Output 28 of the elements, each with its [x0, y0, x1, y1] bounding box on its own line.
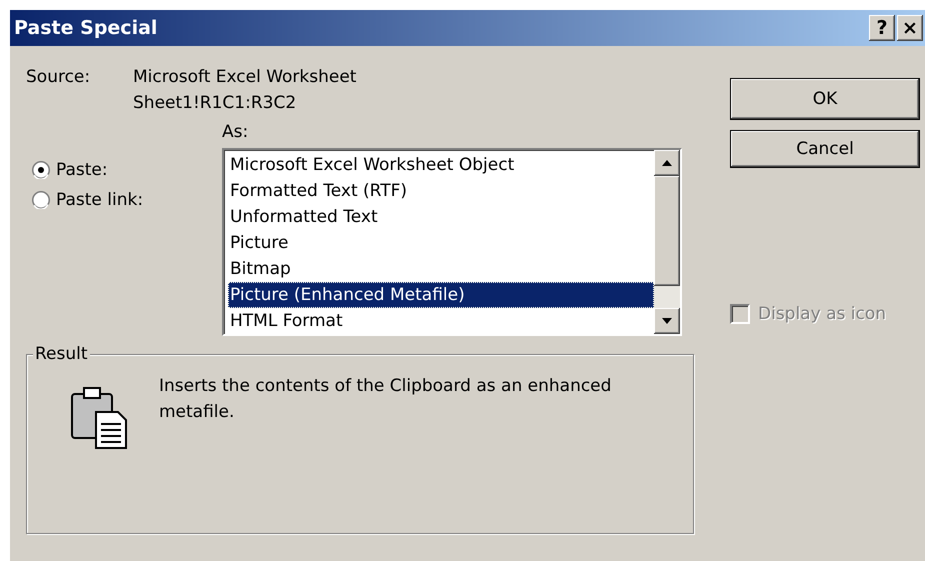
scroll-up-button[interactable]	[654, 150, 680, 176]
list-item[interactable]: Microsoft Excel Worksheet Object	[228, 152, 654, 178]
format-list[interactable]: Microsoft Excel Worksheet Object Formatted Text (RTF) Unformatted Text Picture Bitmap Picture (Enhanced Metafile) HTML Format	[222, 148, 682, 336]
result-description: Inserts the contents of the Clipboard as an enhanced metafile.	[159, 375, 612, 424]
scroll-down-button[interactable]	[654, 308, 680, 334]
list-item[interactable]: Bitmap	[228, 256, 654, 282]
radio-label[interactable]: Paste link:	[56, 190, 144, 210]
as-label: As:	[222, 122, 250, 142]
help-button[interactable]: ?	[869, 15, 895, 41]
list-item[interactable]: Formatted Text (RTF)	[228, 178, 654, 204]
list-item[interactable]: HTML Format	[228, 308, 654, 334]
close-button[interactable]: ×	[897, 15, 923, 41]
radio-label[interactable]: Paste:	[56, 160, 108, 180]
list-item[interactable]: Picture	[228, 230, 654, 256]
scroll-thumb[interactable]	[654, 176, 680, 286]
clipboard-icon	[71, 387, 129, 449]
source-text: Microsoft Excel Worksheet	[133, 66, 358, 89]
radio-button[interactable]	[32, 191, 50, 209]
list-item[interactable]: Picture (Enhanced Metafile)	[228, 282, 654, 308]
source-text: Sheet1!R1C1:R3C2	[133, 92, 298, 115]
up-arrow-icon	[662, 160, 672, 166]
down-arrow-icon	[662, 318, 672, 324]
list-item[interactable]: Unformatted Text	[228, 204, 654, 230]
ok-button[interactable]: OK	[730, 78, 920, 120]
source-label: Source:	[26, 66, 92, 89]
window-title: Paste Special	[14, 17, 158, 39]
radio-button[interactable]	[32, 161, 50, 179]
cancel-button[interactable]: Cancel	[730, 130, 920, 168]
